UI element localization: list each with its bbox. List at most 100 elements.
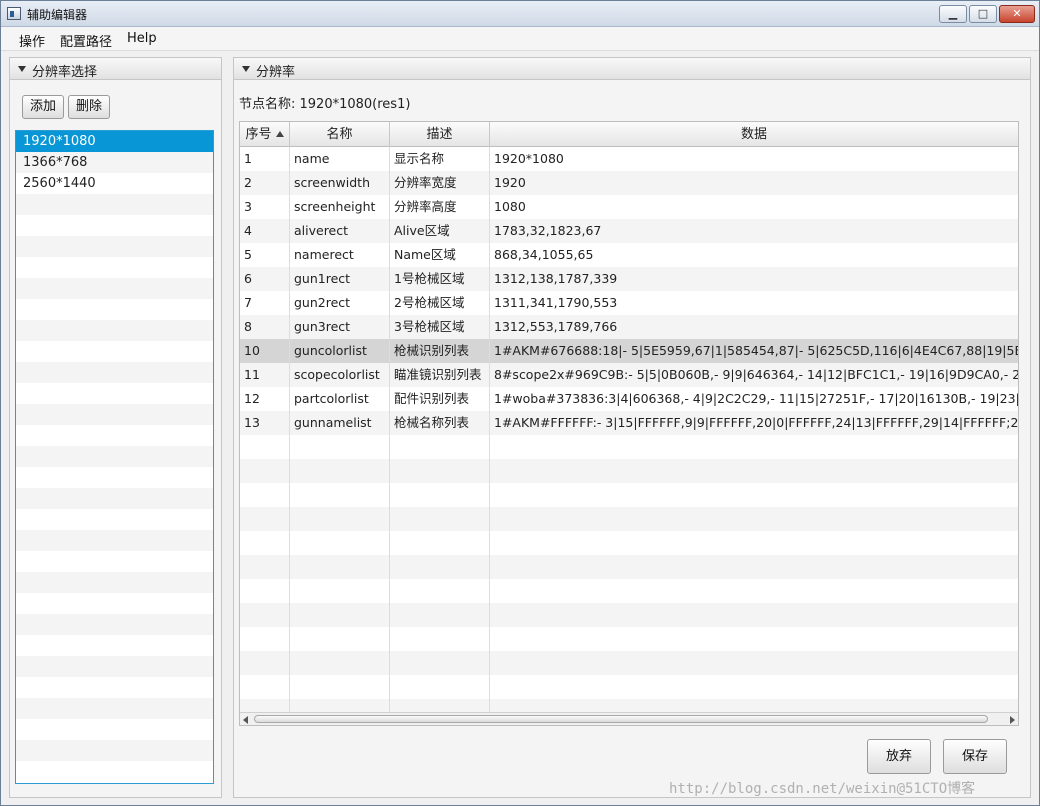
cell-data [490, 579, 1018, 603]
menu-operate[interactable]: 操作 [19, 31, 45, 50]
cell-description [390, 459, 490, 483]
resolution-select-header[interactable]: 分辨率选择 [10, 58, 221, 80]
empty-table-row [240, 555, 1018, 579]
empty-table-row [240, 435, 1018, 459]
cell-index: 11 [240, 363, 290, 387]
cell-index: 7 [240, 291, 290, 315]
close-button[interactable]: ✕ [999, 5, 1035, 23]
cell-data [490, 627, 1018, 651]
cell-description [390, 699, 490, 713]
cell-description: 1号枪械区域 [390, 267, 490, 291]
cell-data [490, 531, 1018, 555]
scroll-thumb[interactable] [254, 715, 988, 723]
list-item[interactable]: 1366*768 [16, 152, 213, 173]
table-row[interactable]: 11 scopecolorlist 瞄准镜识别列表 8#scope2x#969C9B:… [240, 363, 1018, 387]
resolution-header[interactable]: 分辨率 [234, 58, 1030, 80]
column-header-description[interactable]: 描述 [390, 122, 490, 147]
cell-index [240, 651, 290, 675]
list-item[interactable]: 2560*1440 [16, 173, 213, 194]
sort-ascending-icon [275, 131, 284, 137]
cell-data: 1312,138,1787,339 [494, 271, 618, 286]
cell-data [490, 483, 1018, 507]
cell-name [290, 483, 390, 507]
empty-list-row [16, 341, 213, 362]
empty-table-row [240, 651, 1018, 675]
table-row[interactable]: 8 gun3rect 3号枪械区域 1312,553,1789,766 [240, 315, 1018, 339]
column-header-data[interactable]: 数据 [490, 122, 1018, 147]
empty-list-row [16, 194, 213, 215]
save-button[interactable]: 保存 [943, 739, 1007, 774]
delete-button[interactable]: 删除 [68, 95, 110, 119]
table-row[interactable]: 5 namerect Name区域 868,34,1055,65 [240, 243, 1018, 267]
table-row[interactable]: 2 screenwidth 分辨率宽度 1920 [240, 171, 1018, 195]
column-header-index[interactable]: 序号 [240, 122, 290, 147]
scroll-left-icon[interactable] [243, 716, 248, 724]
cell-data: 1#AKM#676688:18|- 5|5E5959,67|1|585454,8… [494, 343, 1018, 358]
empty-list-row [16, 404, 213, 425]
resolution-list[interactable]: 1920*1080 1366*768 2560*1440 [15, 130, 214, 784]
title-bar[interactable]: 辅助编辑器 ▁ □ ✕ [1, 1, 1039, 27]
collapse-triangle-icon [18, 66, 26, 72]
menu-config-path[interactable]: 配置路径 [60, 31, 112, 50]
cell-data: 1311,341,1790,553 [494, 295, 618, 310]
cell-index [240, 579, 290, 603]
minimize-button[interactable]: ▁ [939, 5, 967, 23]
cell-description: 枪械名称列表 [390, 411, 490, 435]
cell-description: 分辨率高度 [390, 195, 490, 219]
cell-name: aliverect [290, 219, 390, 243]
table-row[interactable]: 7 gun2rect 2号枪械区域 1311,341,1790,553 [240, 291, 1018, 315]
table-body: 1 name 显示名称 1920*1080 2 screenwidth 分辨率宽度 1920 3… [240, 147, 1018, 713]
cell-index: 10 [240, 339, 290, 363]
table-row[interactable]: 12 partcolorlist 配件识别列表 1#woba#373836:3|4|6… [240, 387, 1018, 411]
add-button[interactable]: 添加 [22, 95, 64, 119]
cell-name: partcolorlist [290, 387, 390, 411]
cell-name [290, 627, 390, 651]
cell-index: 6 [240, 267, 290, 291]
empty-table-row [240, 627, 1018, 651]
empty-list-row [16, 383, 213, 404]
column-header-name[interactable]: 名称 [290, 122, 390, 147]
cell-name [290, 699, 390, 713]
cell-description [390, 651, 490, 675]
cell-description [390, 483, 490, 507]
table-row[interactable]: 10 guncolorlist 枪械识别列表 1#AKM#676688:18|- 5|… [240, 339, 1018, 363]
cell-data: 8#scope2x#969C9B:- 5|5|0B060B,- 9|9|6463… [494, 367, 1018, 382]
empty-list-row [16, 509, 213, 530]
empty-list-row [16, 425, 213, 446]
discard-button[interactable]: 放弃 [867, 739, 931, 774]
cell-index: 1 [240, 147, 290, 171]
cell-index [240, 555, 290, 579]
cell-description: 分辨率宽度 [390, 171, 490, 195]
horizontal-scrollbar[interactable] [240, 712, 1018, 725]
cell-name [290, 675, 390, 699]
cell-description [390, 531, 490, 555]
empty-list-row [16, 740, 213, 761]
cell-name: screenwidth [290, 171, 390, 195]
cell-data: 1080 [494, 199, 526, 214]
empty-list-row [16, 698, 213, 719]
cell-description [390, 579, 490, 603]
empty-list-row [16, 614, 213, 635]
resolution-panel: 分辨率 节点名称: 1920*1080(res1) 序号 名称 描述 数据 1n… [233, 57, 1031, 798]
cell-description: 2号枪械区域 [390, 291, 490, 315]
cell-data: 1920 [494, 175, 526, 190]
empty-list-row [16, 257, 213, 278]
list-item[interactable]: 1920*1080 [16, 131, 213, 152]
cell-index: 13 [240, 411, 290, 435]
cell-name [290, 531, 390, 555]
scroll-right-icon[interactable] [1010, 716, 1015, 724]
table-row[interactable]: 6 gun1rect 1号枪械区域 1312,138,1787,339 [240, 267, 1018, 291]
empty-list-row [16, 446, 213, 467]
table-row[interactable]: 4 aliverect Alive区域 1783,32,1823,67 [240, 219, 1018, 243]
cell-index [240, 459, 290, 483]
table-row[interactable]: 3 screenheight 分辨率高度 1080 [240, 195, 1018, 219]
table-row[interactable]: 1 name 显示名称 1920*1080 [240, 147, 1018, 171]
cell-data [490, 507, 1018, 531]
maximize-button[interactable]: □ [969, 5, 997, 23]
table-row[interactable]: 13 gunnamelist 枪械名称列表 1#AKM#FFFFFF:- 3|15|F… [240, 411, 1018, 435]
menu-help[interactable]: Help [127, 31, 157, 46]
cell-name [290, 507, 390, 531]
resolution-select-panel: 分辨率选择 添加 删除 1920*1080 1366*768 2560*1440 [9, 57, 222, 798]
cell-index: 3 [240, 195, 290, 219]
empty-list-row [16, 278, 213, 299]
